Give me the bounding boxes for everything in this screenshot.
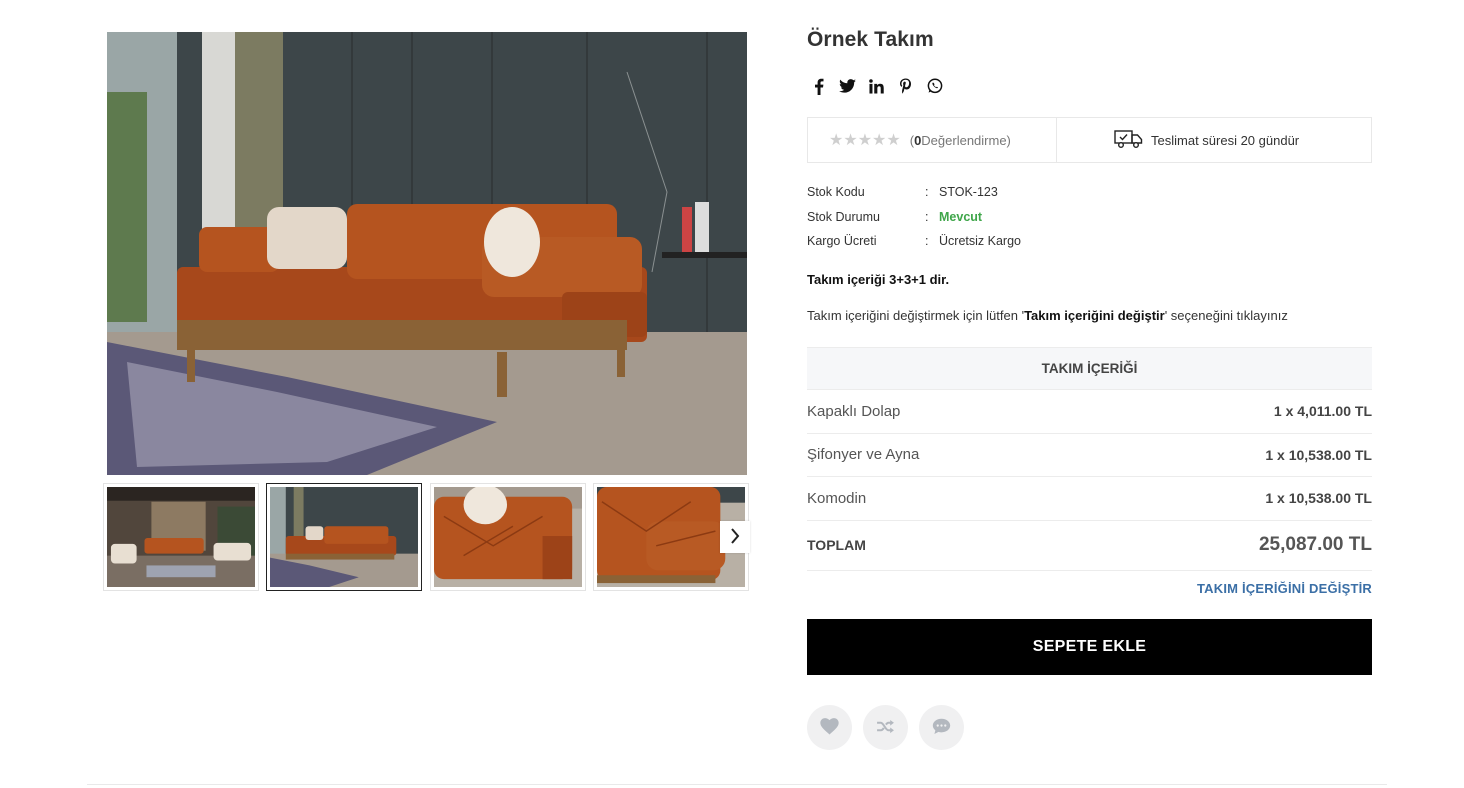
set-table-row: Kapaklı Dolap 1 x 4,011.00 TL xyxy=(807,390,1372,434)
stock-status-badge: Mevcut xyxy=(939,210,983,224)
set-content-table: TAKIM İÇERİĞİ Kapaklı Dolap 1 x 4,011.00… xyxy=(807,347,1372,571)
pinterest-icon[interactable] xyxy=(896,77,915,96)
set-table-row: Komodin 1 x 10,538.00 TL xyxy=(807,477,1372,521)
social-share-bar xyxy=(809,76,944,96)
set-item-price: 1 x 10,538.00 TL xyxy=(1265,490,1372,507)
thumbnail-2[interactable] xyxy=(266,483,422,591)
heart-icon xyxy=(820,717,839,738)
set-content-note: Takım içeriği 3+3+1 dir. xyxy=(807,272,950,287)
change-note-post: ' seçeneğini tıklayınız xyxy=(1164,308,1288,323)
product-title: Örnek Takım xyxy=(807,28,934,51)
delivery-text: Teslimat süresi 20 gündür xyxy=(1151,132,1300,148)
main-product-image[interactable] xyxy=(107,32,747,475)
set-item-name: Şifonyer ve Ayna xyxy=(807,446,920,464)
rating-delivery-box: ★★★★★ (0 Değerlendirme) Teslimat süresi … xyxy=(807,117,1372,163)
spec-colon: : xyxy=(925,234,929,248)
set-table-row: Şifonyer ve Ayna 1 x 10,538.00 TL xyxy=(807,434,1372,477)
chevron-right-icon xyxy=(730,527,740,547)
total-value: 25,087.00 TL xyxy=(1258,534,1372,555)
linkedin-icon[interactable] xyxy=(867,77,886,96)
spec-value: STOK-123 xyxy=(939,185,998,199)
spec-key: Stok Durumu xyxy=(807,210,880,224)
set-item-name: Komodin xyxy=(807,489,867,507)
set-total-row: TOPLAM 25,087.00 TL xyxy=(807,521,1372,571)
spec-stock-status: Stok Durumu : Mevcut xyxy=(807,208,982,226)
comment-icon xyxy=(932,718,951,738)
product-details: Örnek Takım ★★★★★ (0 Değerlendirme) Tesl… xyxy=(807,0,1372,788)
spec-colon: : xyxy=(925,210,929,224)
set-table-heading: TAKIM İÇERİĞİ xyxy=(807,347,1372,390)
change-note-bold: Takım içeriğini değiştir xyxy=(1024,308,1165,323)
star-rating-icon: ★★★★★ xyxy=(829,132,901,149)
whatsapp-icon[interactable] xyxy=(925,77,944,96)
rating-summary[interactable]: ★★★★★ (0 Değerlendirme) xyxy=(808,118,1057,162)
delivery-info: Teslimat süresi 20 gündür xyxy=(1057,118,1371,162)
change-set-content-link[interactable]: TAKIM İÇERİĞİNİ DEĞİŞTİR xyxy=(1197,581,1372,596)
spec-value: Ücretsiz Kargo xyxy=(939,234,1021,248)
total-label: TOPLAM xyxy=(807,537,866,553)
set-item-price: 1 x 4,011.00 TL xyxy=(1273,403,1372,420)
thumbnail-1[interactable] xyxy=(103,483,259,591)
next-thumbnail-button[interactable] xyxy=(720,521,750,553)
compare-button[interactable] xyxy=(863,705,908,750)
rating-count: 0 xyxy=(914,132,922,148)
spec-colon: : xyxy=(925,185,929,199)
set-item-price: 1 x 10,538.00 TL xyxy=(1265,446,1372,463)
rating-label: Değerlendirme) xyxy=(921,132,1011,148)
spec-key: Stok Kodu xyxy=(807,185,865,199)
section-divider xyxy=(87,784,1387,785)
spec-stock-code: Stok Kodu : STOK-123 xyxy=(807,183,998,201)
spec-shipping: Kargo Ücreti : Ücretsiz Kargo xyxy=(807,232,1021,250)
shuffle-icon xyxy=(876,719,895,737)
wishlist-button[interactable] xyxy=(807,705,852,750)
spec-key: Kargo Ücreti xyxy=(807,234,877,248)
thumbnail-strip xyxy=(103,483,751,593)
change-instructions: Takım içeriğini değiştirmek için lütfen … xyxy=(807,308,1288,323)
product-actions xyxy=(807,705,964,750)
twitter-icon[interactable] xyxy=(838,77,857,96)
facebook-icon[interactable] xyxy=(809,77,828,96)
set-item-name: Kapaklı Dolap xyxy=(807,402,901,420)
add-to-cart-button[interactable]: SEPETE EKLE xyxy=(807,619,1372,675)
question-button[interactable] xyxy=(919,705,964,750)
thumbnail-3[interactable] xyxy=(430,483,586,591)
change-note-pre: Takım içeriğini değiştirmek için lütfen … xyxy=(807,308,1025,323)
delivery-truck-icon xyxy=(1114,129,1151,152)
